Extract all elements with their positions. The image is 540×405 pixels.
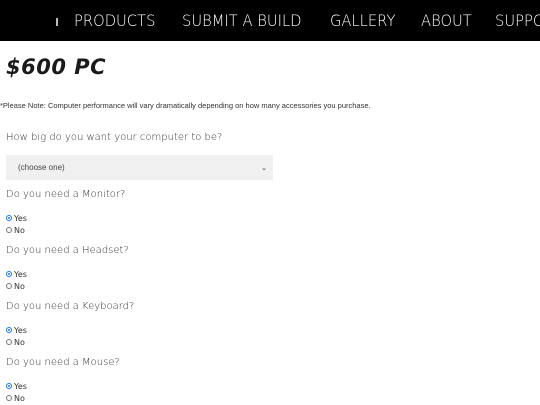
keyboard-yes-label: Yes: [14, 325, 27, 335]
page-title: $600 PC: [6, 55, 107, 79]
mouse-no-radio[interactable]: [6, 395, 12, 401]
mouse-no-label: No: [14, 393, 25, 403]
logo-icon[interactable]: [56, 17, 58, 26]
keyboard-no-option[interactable]: No: [6, 337, 25, 347]
mouse-yes-option[interactable]: Yes: [6, 381, 27, 391]
monitor-no-radio[interactable]: [6, 227, 12, 233]
headset-no-radio[interactable]: [6, 283, 12, 289]
headset-yes-label: Yes: [14, 269, 27, 279]
keyboard-no-label: No: [14, 337, 25, 347]
keyboard-yes-radio[interactable]: [6, 327, 12, 333]
computer-size-select-value: (choose one): [18, 163, 65, 172]
nav-submit-build-link[interactable]: SUBMIT A BUILD: [182, 11, 302, 30]
performance-note: *Please Note: Computer performance will …: [0, 101, 371, 110]
mouse-yes-label: Yes: [14, 381, 27, 391]
nav-support-link[interactable]: SUPPORT: [495, 11, 540, 30]
headset-question-label: Do you need a Headset?: [6, 245, 129, 256]
keyboard-yes-option[interactable]: Yes: [6, 325, 27, 335]
monitor-yes-radio[interactable]: [6, 215, 12, 221]
computer-size-select[interactable]: (choose one) ⌄: [6, 155, 273, 180]
keyboard-question-label: Do you need a Keyboard?: [6, 301, 135, 312]
mouse-yes-radio[interactable]: [6, 383, 12, 389]
nav-gallery-link[interactable]: GALLERY: [330, 11, 395, 30]
nav-products-link[interactable]: PRODUCTS: [74, 11, 155, 30]
mouse-no-option[interactable]: No: [6, 393, 25, 403]
monitor-yes-label: Yes: [14, 213, 27, 223]
nav-about-link[interactable]: ABOUT: [421, 11, 472, 30]
headset-no-option[interactable]: No: [6, 281, 25, 291]
headset-yes-option[interactable]: Yes: [6, 269, 27, 279]
monitor-no-label: No: [14, 225, 25, 235]
headset-no-label: No: [14, 281, 25, 291]
headset-yes-radio[interactable]: [6, 271, 12, 277]
monitor-no-option[interactable]: No: [6, 225, 25, 235]
size-question-label: How big do you want your computer to be?: [6, 132, 223, 143]
monitor-yes-option[interactable]: Yes: [6, 213, 27, 223]
top-navigation-bar: PRODUCTS SUBMIT A BUILD GALLERY ABOUT SU…: [0, 0, 540, 41]
monitor-question-label: Do you need a Monitor?: [6, 189, 126, 200]
mouse-question-label: Do you need a Mouse?: [6, 357, 120, 368]
chevron-down-icon: ⌄: [261, 164, 267, 172]
keyboard-no-radio[interactable]: [6, 339, 12, 345]
